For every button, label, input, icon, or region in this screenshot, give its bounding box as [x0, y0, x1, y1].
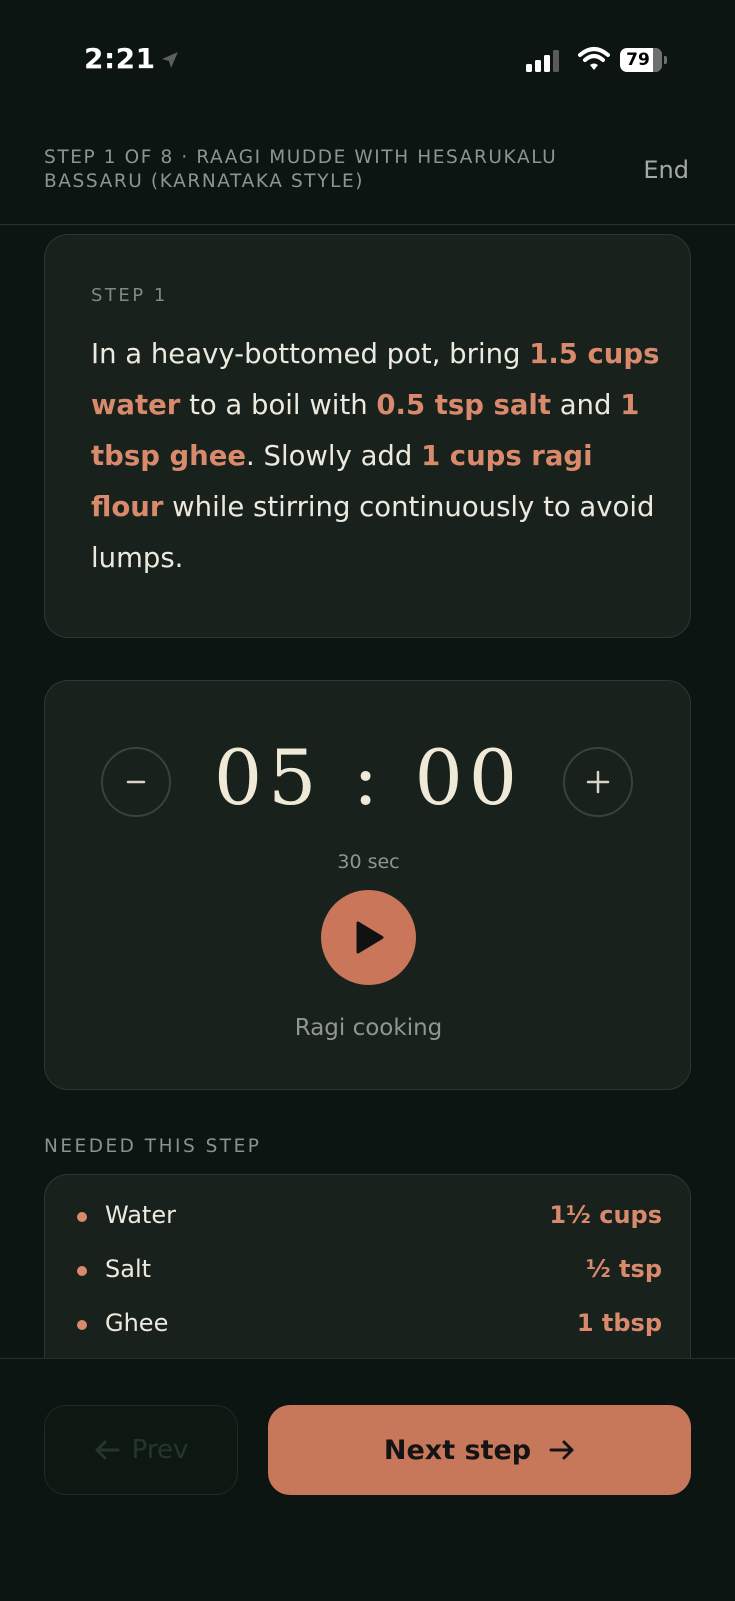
next-step-button[interactable]: Next step: [268, 1405, 691, 1495]
increase-time-button[interactable]: [563, 747, 633, 817]
bullet-dot-icon: [77, 1266, 87, 1276]
cellular-signal-icon: [526, 50, 559, 72]
prev-step-button[interactable]: Prev: [44, 1405, 238, 1495]
timer-name: Ragi cooking: [294, 1015, 443, 1041]
ingredient-quantity: 1½ cups: [549, 1201, 662, 1229]
plus-icon: [586, 770, 610, 794]
ingredient-name: Water: [105, 1201, 176, 1229]
ingredient-name: Ghee: [105, 1309, 169, 1337]
instruction-text: and: [550, 389, 621, 421]
needed-heading: NEEDED THIS STEP: [44, 1136, 262, 1157]
prev-label: Prev: [131, 1435, 189, 1465]
next-label: Next step: [383, 1434, 532, 1466]
instruction-text: In a heavy-bottomed pot, bring: [91, 338, 530, 370]
ingredient-row: Salt ½ tsp: [45, 1251, 692, 1291]
wifi-icon: [578, 47, 610, 70]
instruction-text: . Slowly add: [246, 440, 422, 472]
ingredient-quantity: 1 tbsp: [576, 1309, 662, 1337]
step-instructions: In a heavy-bottomed pot, bring 1.5 cups …: [91, 329, 666, 584]
step-label: STEP 1: [91, 285, 168, 306]
ingredient-row: Water 1½ cups: [45, 1197, 692, 1237]
end-button[interactable]: End: [643, 156, 689, 184]
arrow-left-icon: [95, 1440, 120, 1460]
status-bar: 2:21 79: [0, 0, 735, 120]
arrow-right-icon: [549, 1440, 574, 1460]
step-progress-title: STEP 1 OF 8 · RAAGI MUDDE WITH HESARUKAL…: [44, 147, 558, 192]
status-time: 2:21: [84, 42, 156, 75]
location-arrow-icon: [162, 52, 178, 68]
ingredient-name: Salt: [105, 1255, 152, 1283]
ingredient-quantity: ½ tsp: [585, 1255, 662, 1283]
bullet-dot-icon: [77, 1320, 87, 1330]
play-icon: [356, 921, 384, 954]
battery-icon: 79: [620, 48, 667, 72]
step-card: STEP 1 In a heavy-bottomed pot, bring 1.…: [44, 234, 691, 638]
instruction-text: to a boil with: [180, 389, 377, 421]
bottom-nav-bar: Prev Next step: [0, 1358, 735, 1601]
recipe-header: STEP 1 OF 8 · RAAGI MUDDE WITH HESARUKAL…: [0, 120, 735, 225]
ingredient-row: Ghee 1 tbsp: [45, 1305, 692, 1345]
instruction-text: while stirring continuously to avoid lum…: [91, 491, 655, 574]
bullet-dot-icon: [77, 1212, 87, 1222]
play-timer-button[interactable]: [321, 890, 416, 985]
battery-level: 79: [626, 50, 650, 70]
timer-card: 05 : 00 30 sec Ragi cooking: [44, 680, 691, 1090]
ingredient-highlight: 0.5 tsp salt: [376, 389, 551, 421]
time-increment-label: 30 sec: [337, 851, 400, 873]
